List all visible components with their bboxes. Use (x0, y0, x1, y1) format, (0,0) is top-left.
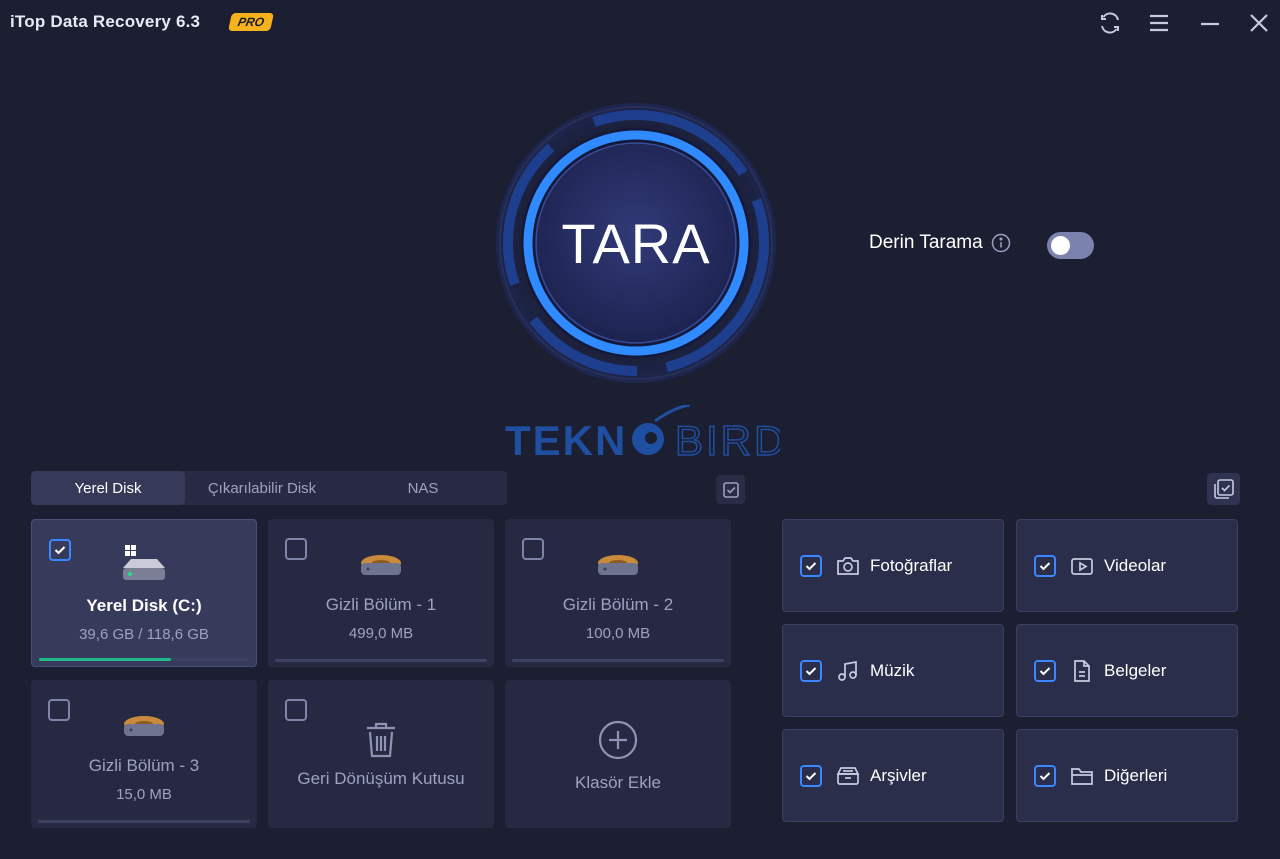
disk-card-hidden-1[interactable]: Gizli Bölüm - 1 499,0 MB (268, 519, 494, 667)
filetype-label: Fotoğraflar (870, 555, 953, 575)
deep-scan-toggle[interactable] (1047, 232, 1094, 259)
disk-usage-bar (39, 658, 249, 661)
recycle-bin-label: Geri Dönüşüm Kutusu (297, 769, 465, 788)
app-window: iTop Data Recovery 6.3 PRO TARA Derin Ta… (0, 0, 1280, 859)
filetype-label: Müzik (870, 660, 915, 680)
trash-icon (268, 720, 494, 760)
close-button[interactable] (1245, 9, 1273, 37)
minimize-button[interactable] (1196, 9, 1224, 37)
disk-usage-bar (275, 659, 487, 662)
watermark-logo: TEKN BIRD (505, 403, 785, 465)
disk-card-hidden-2[interactable]: Gizli Bölüm - 2 100,0 MB (505, 519, 731, 667)
filetype-label: Videolar (1104, 555, 1167, 575)
filetype-label: Arşivler (870, 765, 927, 785)
disk-name: Gizli Bölüm - 3 (88, 756, 200, 775)
filetype-checkbox[interactable] (800, 659, 822, 682)
filetype-checkbox[interactable] (800, 764, 822, 787)
filetype-photos[interactable]: Fotoğraflar (782, 519, 1004, 612)
drive-icon (31, 702, 257, 742)
tab-nas[interactable]: NAS (339, 471, 507, 505)
drive-icon (268, 541, 494, 581)
toggle-knob (1051, 236, 1070, 255)
disk-tabs: Yerel Disk Çıkarılabilir Disk NAS (31, 471, 507, 505)
recycle-bin-checkbox[interactable] (285, 699, 307, 721)
scan-ring-graphic (496, 103, 776, 383)
folder-icon (1069, 763, 1095, 789)
refresh-icon (1101, 12, 1119, 34)
refresh-button[interactable] (1096, 9, 1124, 37)
tab-removable-disk[interactable]: Çıkarılabilir Disk (185, 471, 339, 505)
document-icon (1069, 658, 1095, 684)
disk-name: Yerel Disk (C:) (86, 596, 202, 615)
select-all-disks-button[interactable] (716, 475, 745, 504)
filetype-documents[interactable]: Belgeler (1016, 624, 1238, 717)
add-folder-label: Klasör Ekle (575, 773, 661, 792)
checkbox-check-icon (722, 481, 739, 498)
disk-name: Gizli Bölüm - 1 (325, 595, 437, 614)
disk-usage-bar (512, 659, 724, 662)
add-folder-card[interactable]: Klasör Ekle (505, 680, 731, 828)
disk-size: 499,0 MB (348, 625, 414, 642)
plus-circle-icon (505, 720, 731, 760)
deep-scan-row: Derin Tarama (869, 232, 1094, 259)
video-icon (1069, 553, 1095, 579)
disk-usage-fill (39, 658, 172, 661)
app-title: iTop Data Recovery 6.3 (10, 12, 201, 31)
menu-icon (1150, 14, 1168, 32)
multi-check-icon (1213, 479, 1234, 499)
close-icon (1250, 14, 1268, 32)
filetype-checkbox[interactable] (1034, 554, 1056, 577)
filetype-others[interactable]: Diğerleri (1016, 729, 1238, 822)
tab-local-disk[interactable]: Yerel Disk (31, 471, 185, 505)
recycle-bin-card[interactable]: Geri Dönüşüm Kutusu (268, 680, 494, 828)
camera-icon (835, 553, 861, 579)
disk-card-hidden-3[interactable]: Gizli Bölüm - 3 15,0 MB (31, 680, 257, 828)
minimize-icon (1201, 22, 1219, 26)
filetype-checkbox[interactable] (800, 554, 822, 577)
select-all-types-button[interactable] (1207, 473, 1240, 505)
menu-button[interactable] (1145, 9, 1173, 37)
filetype-videos[interactable]: Videolar (1016, 519, 1238, 612)
filetype-archives[interactable]: Arşivler (782, 729, 1004, 822)
info-icon[interactable] (991, 233, 1011, 253)
windows-drive-icon (32, 542, 256, 582)
filetype-label: Diğerleri (1104, 765, 1168, 785)
filetype-music[interactable]: Müzik (782, 624, 1004, 717)
archive-icon (835, 763, 861, 789)
filetype-checkbox[interactable] (1034, 764, 1056, 787)
disk-usage-bar (38, 820, 250, 823)
pro-badge: PRO (228, 13, 274, 31)
disk-card-c[interactable]: Yerel Disk (C:) 39,6 GB / 118,6 GB (31, 519, 257, 667)
disk-size: 100,0 MB (585, 625, 651, 642)
filetype-checkbox[interactable] (1034, 659, 1056, 682)
scan-button[interactable]: TARA (495, 98, 777, 388)
deep-scan-label: Derin Tarama (869, 232, 983, 253)
disk-size: 39,6 GB / 118,6 GB (79, 626, 209, 643)
watermark-part1: TEKN (505, 417, 627, 464)
disk-name: Gizli Bölüm - 2 (562, 595, 674, 614)
watermark-part2: BIRD (675, 417, 780, 464)
music-icon (835, 658, 861, 684)
disk-size: 15,0 MB (116, 786, 172, 803)
title-bar: iTop Data Recovery 6.3 PRO (0, 0, 1280, 46)
drive-icon (505, 541, 731, 581)
filetype-label: Belgeler (1104, 660, 1167, 680)
